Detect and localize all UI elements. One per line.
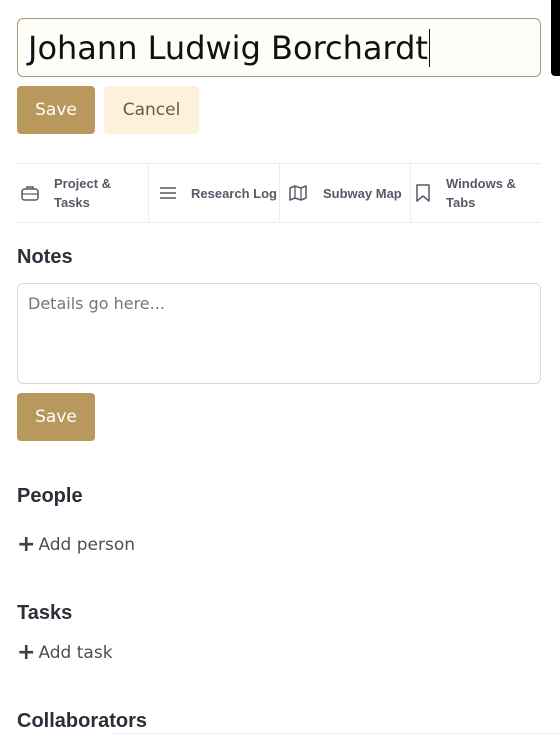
notes-heading: Notes bbox=[17, 246, 73, 268]
collaborators-heading: Collaborators bbox=[17, 710, 148, 732]
tab-label: Project & Tasks bbox=[54, 176, 112, 210]
title-input[interactable]: Johann Ludwig Borchardt bbox=[17, 18, 541, 77]
tasks-heading: Tasks bbox=[17, 602, 73, 624]
bookmark-icon bbox=[416, 184, 430, 202]
text-caret bbox=[428, 28, 430, 67]
add-task-button[interactable]: + Add task bbox=[17, 642, 113, 664]
title-cancel-button[interactable]: Cancel bbox=[104, 86, 199, 134]
briefcase-icon bbox=[21, 186, 39, 201]
divider bbox=[112, 733, 560, 734]
menu-lines-icon bbox=[160, 187, 176, 199]
title-save-button[interactable]: Save bbox=[17, 86, 95, 134]
people-heading: People bbox=[17, 485, 83, 507]
tab-subway-map[interactable]: Subway Map bbox=[279, 164, 410, 222]
add-person-label: Add person bbox=[38, 535, 136, 555]
scrollbar[interactable] bbox=[551, 0, 560, 76]
tab-label: Research Log bbox=[191, 185, 277, 201]
notes-textarea[interactable] bbox=[17, 283, 541, 384]
title-input-value: Johann Ludwig Borchardt bbox=[28, 28, 428, 67]
tab-label: Windows & Tabs bbox=[446, 176, 516, 210]
tab-windows-tabs[interactable]: Windows & Tabs bbox=[410, 164, 541, 222]
add-task-label: Add task bbox=[38, 643, 113, 663]
tab-bar: Project & Tasks Research Log Subway Map … bbox=[17, 163, 541, 223]
tab-research-log[interactable]: Research Log bbox=[148, 164, 279, 222]
map-icon bbox=[289, 185, 307, 201]
plus-icon: + bbox=[17, 532, 36, 557]
add-person-button[interactable]: + Add person bbox=[17, 534, 135, 556]
tab-label: Subway Map bbox=[323, 185, 402, 201]
notes-save-button[interactable]: Save bbox=[17, 393, 95, 441]
tab-project-tasks[interactable]: Project & Tasks bbox=[17, 164, 148, 222]
plus-icon: + bbox=[17, 640, 36, 665]
